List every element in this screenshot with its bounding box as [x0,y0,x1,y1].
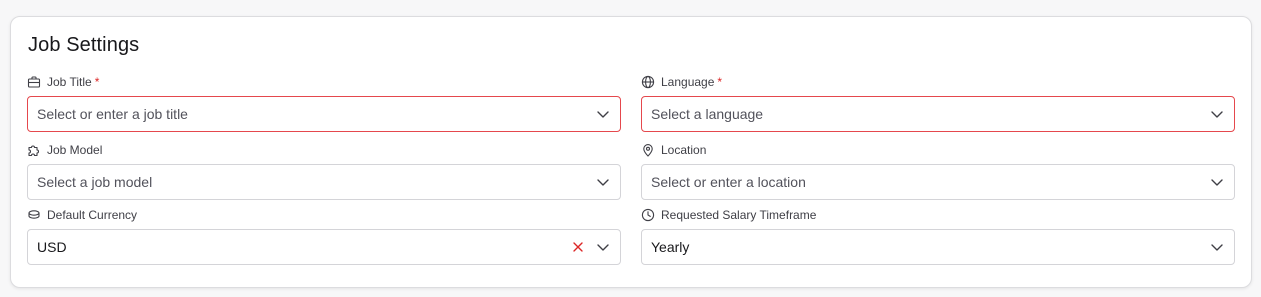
card-title: Job Settings [28,34,140,56]
puzzle-icon [27,143,41,157]
globe-icon [641,75,655,89]
salary-timeframe-label: Requested Salary Timeframe [661,208,817,222]
clear-icon[interactable] [571,240,585,254]
location-placeholder: Select or enter a location [651,174,806,190]
job-model-placeholder: Select a job model [37,174,153,190]
chevron-down-icon[interactable] [1209,239,1225,255]
required-mark: * [94,75,100,89]
clock-icon [641,208,655,222]
language-placeholder: Select a language [651,106,764,122]
required-mark: * [717,75,723,89]
default-currency-field: Default Currency USD [27,207,621,265]
chevron-down-icon[interactable] [595,239,611,255]
language-field: Language * Select a language [641,74,1235,132]
job-title-placeholder: Select or enter a job title [37,106,188,122]
job-title-label: Job Title [47,75,92,89]
language-select[interactable]: Select a language [641,96,1235,132]
job-model-label: Job Model [47,143,103,157]
briefcase-icon [27,75,41,89]
job-title-field: Job Title * Select or enter a job title [27,74,621,132]
job-title-select[interactable]: Select or enter a job title [27,96,621,132]
job-model-field: Job Model Select a job model [27,142,621,200]
default-currency-select[interactable]: USD [27,229,621,265]
location-label: Location [661,143,707,157]
location-select[interactable]: Select or enter a location [641,164,1235,200]
location-field: Location Select or enter a location [641,142,1235,200]
default-currency-value: USD [37,239,67,255]
chevron-down-icon[interactable] [595,174,611,190]
map-pin-icon [641,143,655,157]
chevron-down-icon[interactable] [1209,106,1225,122]
salary-timeframe-select[interactable]: Yearly [641,229,1235,265]
job-model-select[interactable]: Select a job model [27,164,621,200]
chevron-down-icon[interactable] [595,106,611,122]
job-settings-card: Job Settings Job Title * Select or enter… [10,16,1252,288]
coins-icon [27,208,41,222]
salary-timeframe-value: Yearly [651,239,690,255]
chevron-down-icon[interactable] [1209,174,1225,190]
default-currency-label: Default Currency [47,208,138,222]
salary-timeframe-field: Requested Salary Timeframe Yearly [641,207,1235,265]
language-label: Language [661,75,715,89]
